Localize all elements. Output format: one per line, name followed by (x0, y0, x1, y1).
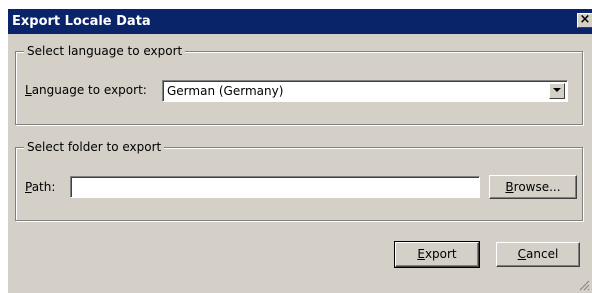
path-label: Path: (25, 180, 56, 194)
dialog-title: Export Locale Data (12, 14, 151, 29)
language-select-value: German (Germany) (167, 84, 284, 98)
language-dropdown-button[interactable] (549, 83, 565, 99)
cancel-button[interactable]: Cancel (496, 242, 580, 267)
browse-button[interactable]: Browse... (489, 175, 577, 199)
language-label: Language to export: (25, 83, 147, 97)
language-group: Select language to export Language to ex… (15, 43, 583, 125)
folder-group: Select folder to export Path: Browse... (15, 139, 583, 221)
export-button[interactable]: Export (394, 241, 480, 268)
resize-grip-icon[interactable] (578, 279, 590, 291)
path-input[interactable] (70, 176, 480, 198)
close-icon: × (579, 12, 591, 27)
title-bar[interactable]: Export Locale Data × (8, 9, 592, 34)
language-select[interactable]: German (Germany) (162, 80, 568, 102)
language-group-legend: Select language to export (24, 43, 186, 59)
folder-group-legend: Select folder to export (24, 139, 165, 155)
chevron-down-icon (553, 88, 561, 92)
close-button[interactable]: × (577, 13, 592, 28)
export-locale-dialog: Export Locale Data × Select language to … (8, 9, 592, 293)
